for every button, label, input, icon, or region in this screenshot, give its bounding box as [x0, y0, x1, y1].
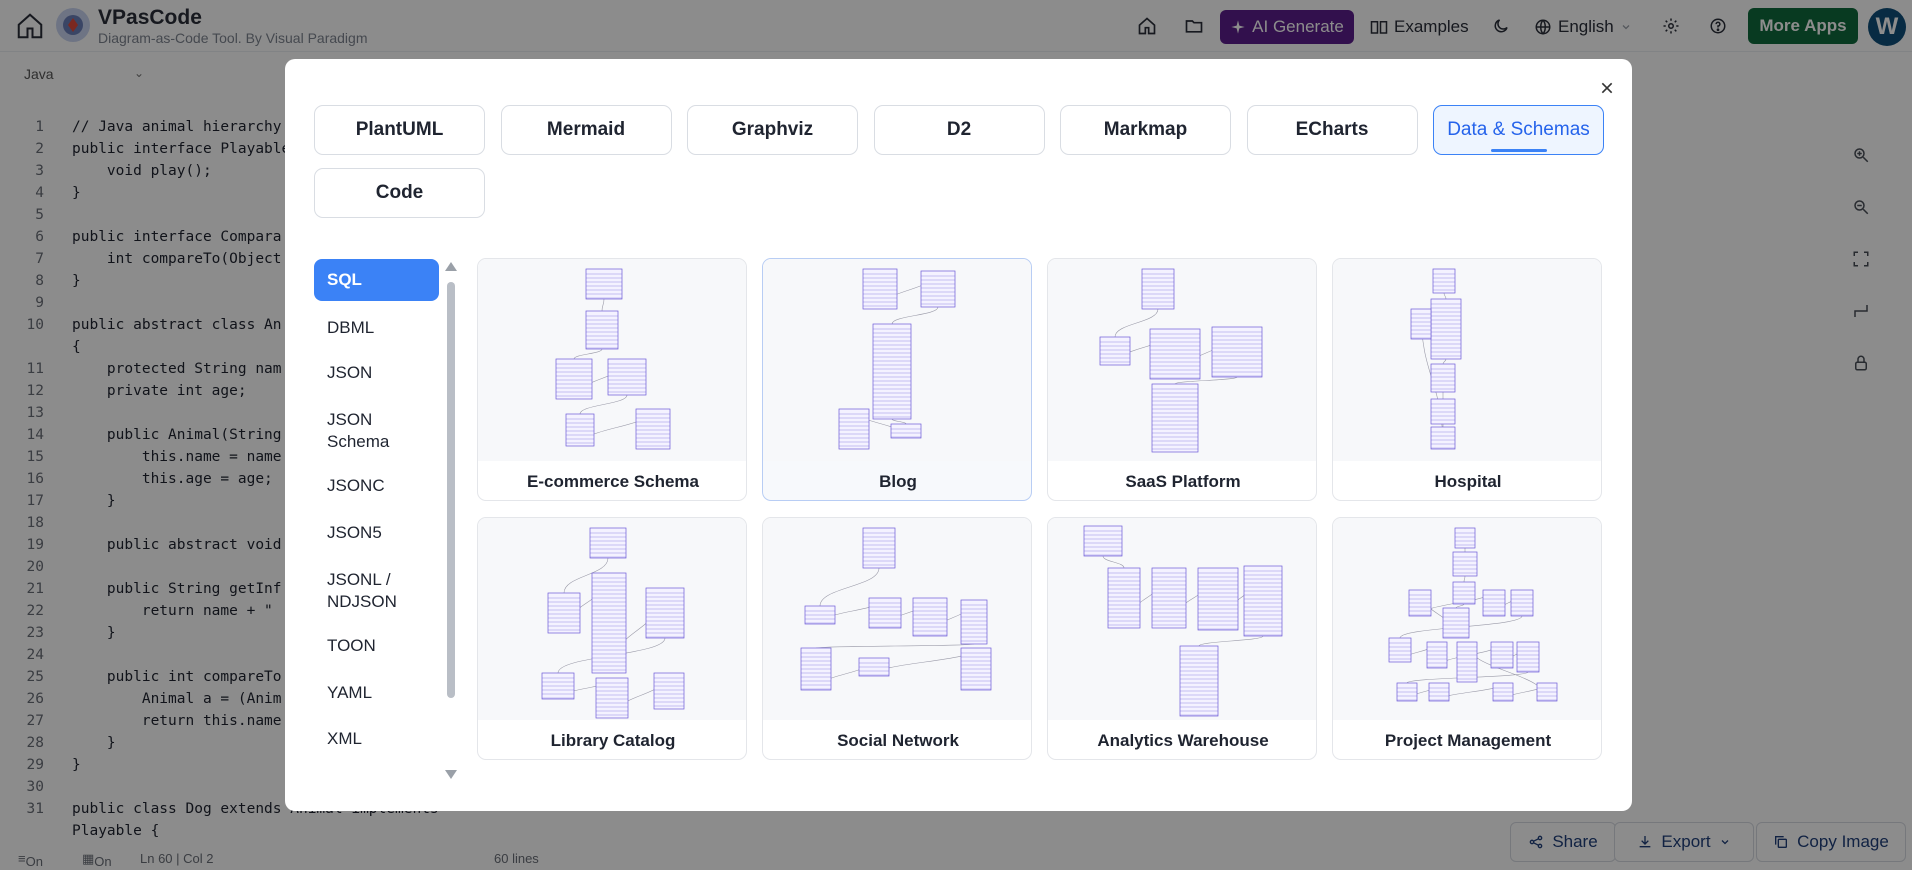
schema-diagram-preview	[1083, 525, 1283, 717]
category-label: JSON Schema	[327, 410, 390, 451]
template-name: Hospital	[1434, 471, 1502, 491]
tab-label: Mermaid	[546, 119, 626, 140]
schema-diagram-preview	[1410, 268, 1462, 450]
tab-label: Graphviz	[731, 119, 814, 140]
template-name: Blog	[879, 471, 917, 491]
template-preview	[1333, 259, 1601, 461]
category-label: SQL	[327, 270, 362, 289]
tab-label: Code	[375, 182, 424, 203]
template-preview	[1048, 518, 1316, 720]
category-json[interactable]: JSON	[314, 362, 439, 384]
template-preview	[1048, 259, 1316, 461]
tab-label: Data & Schemas	[1447, 119, 1590, 140]
category-sql[interactable]: SQL	[314, 259, 439, 301]
category-label: JSONL / NDJSON	[327, 570, 397, 611]
scroll-down-icon[interactable]	[445, 770, 457, 779]
scroll-thumb[interactable]	[447, 282, 455, 698]
category-toon[interactable]: TOON	[314, 635, 439, 657]
category-scrollbar[interactable]	[445, 262, 457, 782]
category-jsonc[interactable]: JSONC	[314, 475, 439, 497]
template-name: Library Catalog	[550, 730, 676, 750]
category-label: DBML	[327, 318, 375, 337]
category-json5[interactable]: JSON5	[314, 522, 439, 544]
tab-label: ECharts	[1295, 119, 1369, 140]
tab-echarts[interactable]: ECharts	[1246, 105, 1418, 155]
template-name: SaaS Platform	[1125, 471, 1241, 491]
schema-diagram-preview	[1099, 268, 1263, 453]
category-jsonl-ndjson[interactable]: JSONL / NDJSON	[314, 569, 439, 613]
template-card-e-commerce-schema[interactable]: E-commerce Schema	[477, 258, 747, 501]
tab-code[interactable]: Code	[314, 168, 485, 218]
template-preview	[1333, 518, 1601, 720]
template-card-hospital[interactable]: Hospital	[1332, 258, 1602, 501]
template-card-saas-platform[interactable]: SaaS Platform	[1047, 258, 1317, 501]
category-label: YAML	[327, 683, 373, 702]
template-name: Social Network	[837, 730, 959, 750]
category-xml[interactable]: XML	[314, 728, 439, 750]
close-icon	[1601, 82, 1613, 94]
scroll-up-icon[interactable]	[445, 262, 457, 271]
schema-diagram-preview	[541, 527, 685, 719]
schema-diagram-preview	[555, 268, 671, 450]
tab-markmap[interactable]: Markmap	[1060, 105, 1231, 155]
template-card-social-network[interactable]: Social Network	[762, 517, 1032, 760]
template-preview	[763, 259, 1031, 461]
category-yaml[interactable]: YAML	[314, 682, 439, 704]
template-card-library-catalog[interactable]: Library Catalog	[477, 517, 747, 760]
template-name: E-commerce Schema	[527, 471, 699, 491]
tab-d2[interactable]: D2	[873, 105, 1045, 155]
template-card-analytics-warehouse[interactable]: Analytics Warehouse	[1047, 517, 1317, 760]
close-button[interactable]	[1592, 73, 1622, 103]
schema-diagram-preview	[1388, 527, 1558, 702]
tab-label: D2	[946, 119, 972, 140]
category-dbml[interactable]: DBML	[314, 317, 439, 339]
category-label: JSON5	[327, 523, 382, 542]
template-preview	[763, 518, 1031, 720]
tab-label: Markmap	[1103, 119, 1188, 140]
template-name: Project Management	[1384, 730, 1552, 750]
schema-diagram-preview	[800, 527, 992, 691]
template-card-project-management[interactable]: Project Management	[1332, 517, 1602, 760]
tab-graphviz[interactable]: Graphviz	[687, 105, 858, 155]
examples-modal: PlantUML Mermaid Graphviz D2 Markmap ECharts D…	[285, 59, 1632, 811]
template-name: Analytics Warehouse	[1097, 730, 1269, 750]
category-json-schema[interactable]: JSON Schema	[314, 409, 439, 453]
template-preview	[478, 259, 746, 461]
tab-plantuml[interactable]: PlantUML	[314, 105, 485, 155]
tab-mermaid[interactable]: Mermaid	[500, 105, 672, 155]
category-label: XML	[327, 729, 362, 748]
category-label: JSONC	[327, 476, 385, 495]
template-card-blog[interactable]: Blog	[762, 258, 1032, 501]
schema-diagram-preview	[838, 268, 956, 450]
template-preview	[478, 518, 746, 720]
category-label: JSON	[327, 363, 373, 382]
category-label: TOON	[327, 636, 376, 655]
tab-label: PlantUML	[355, 119, 444, 140]
tab-data-schemas[interactable]: Data & Schemas	[1433, 105, 1604, 155]
active-tab-indicator	[1491, 149, 1547, 152]
